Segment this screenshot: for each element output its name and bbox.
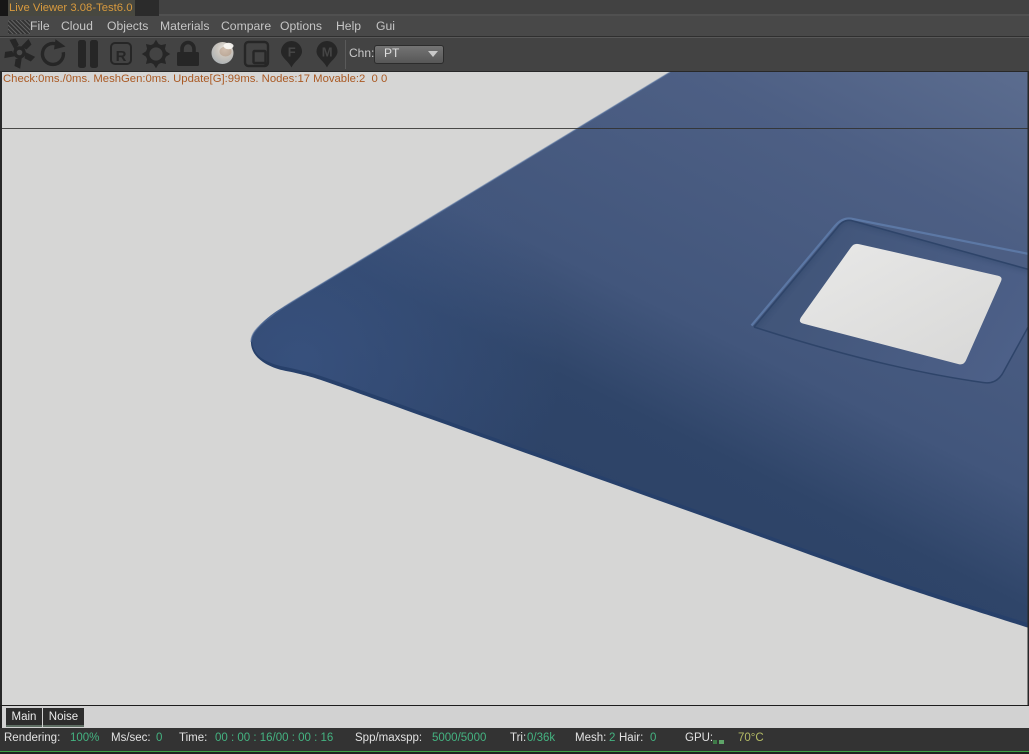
svg-text:F: F (288, 45, 296, 60)
svg-text:R: R (116, 48, 127, 65)
svg-text:M: M (322, 45, 333, 60)
